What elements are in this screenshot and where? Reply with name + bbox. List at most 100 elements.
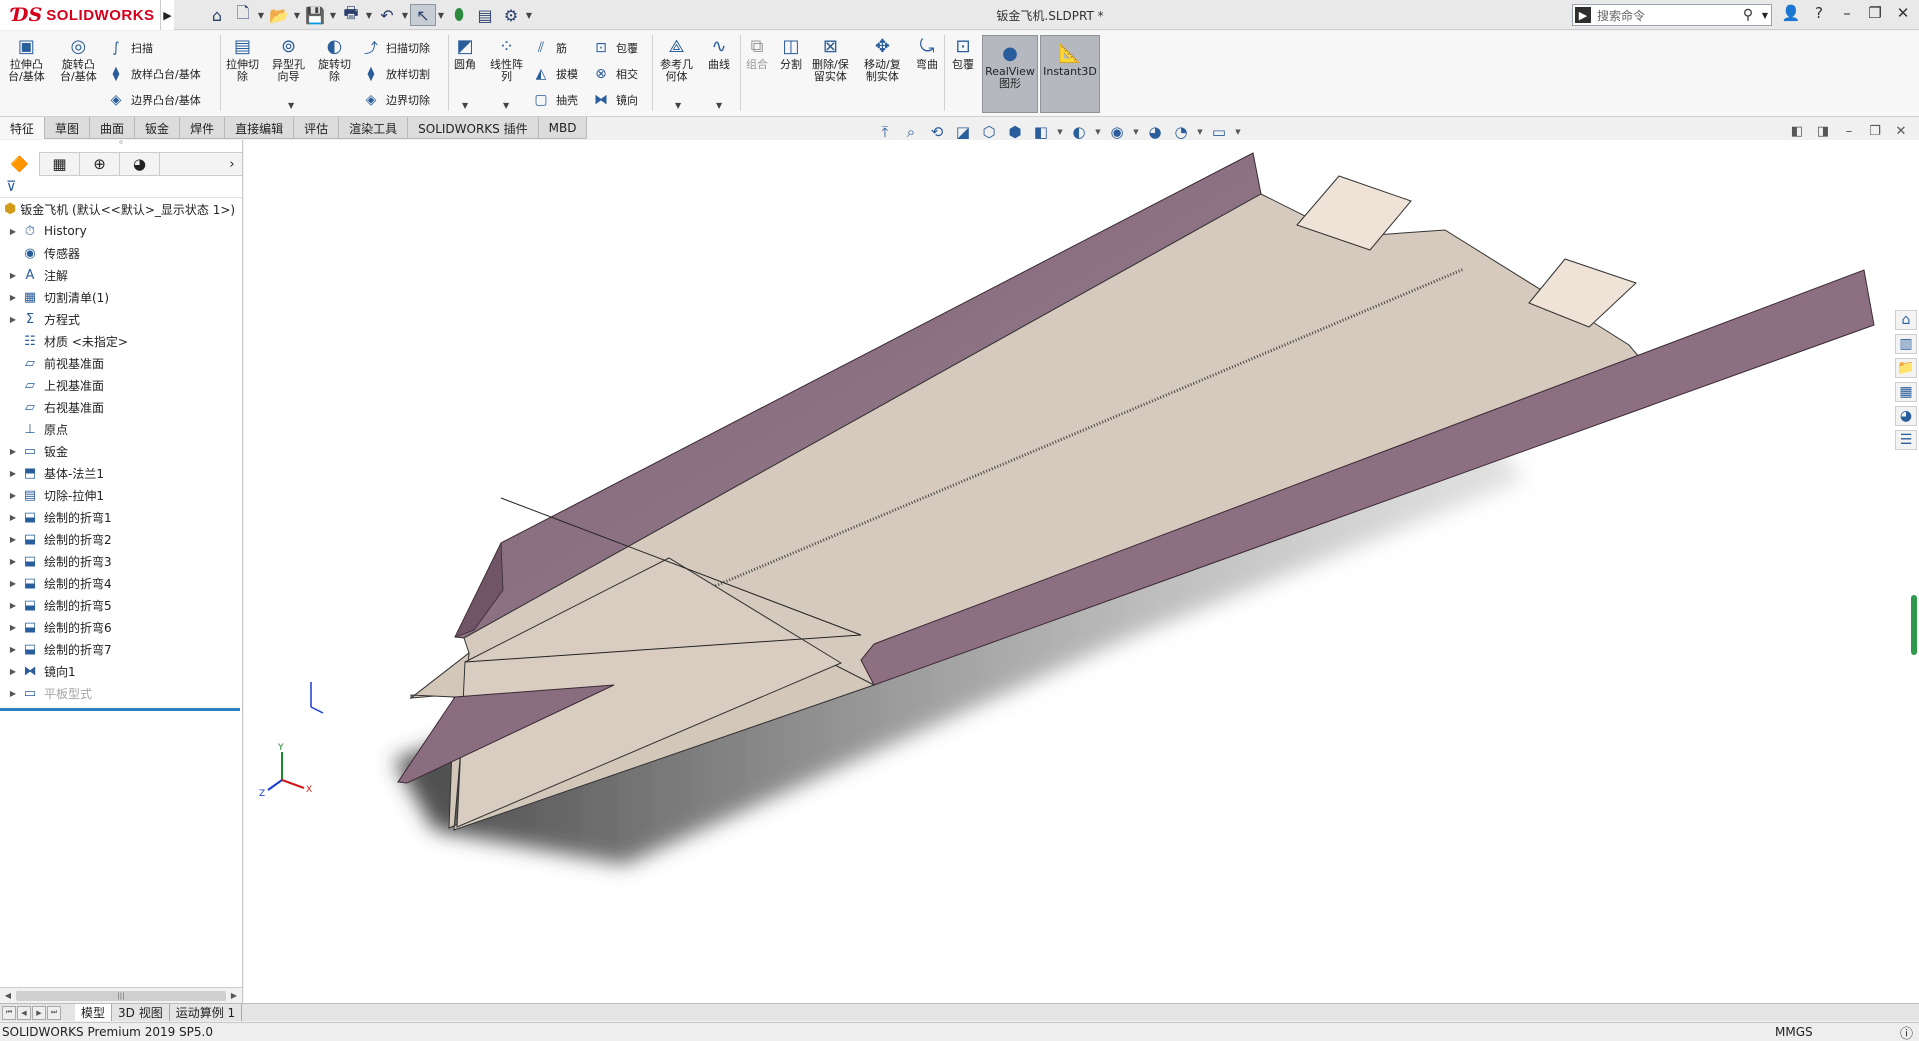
chevron-down-icon[interactable]: ▼ [1093,121,1103,143]
command-search-box[interactable]: ▶ 搜索命令 ⚲ ▼ [1572,4,1772,26]
wrap-large-button[interactable]: ⊡ 包覆 [950,35,976,71]
expand-arrow-icon[interactable]: ▶ [6,513,20,522]
wrap-button[interactable]: ⊡ 包覆 [592,37,638,59]
chevron-down-icon[interactable]: ▼ [1055,121,1065,143]
search-input[interactable]: 搜索命令 [1591,7,1737,24]
expand-arrow-icon[interactable]: ▶ [6,667,20,676]
tab-render-tools[interactable]: 渲染工具 [339,117,409,139]
tree-item[interactable]: ▶ A 注解 [0,264,242,286]
tree-item[interactable]: ▶ ⬓ 绘制的折弯3 [0,550,242,572]
file-explorer-icon[interactable]: 📁 [1895,358,1917,378]
realview-button[interactable]: ● RealView 图形 [982,35,1038,113]
revolve-cut-button[interactable]: ◐ 旋转切 除 [318,35,351,83]
chevron-down-icon[interactable]: ▼ [716,101,722,110]
file-properties-icon[interactable]: ▤ [472,4,498,26]
delete-keep-body-button[interactable]: ⊠ 删除/保 留实体 [812,35,849,83]
last-tab-icon[interactable]: ⏭ [47,1005,61,1020]
feature-manager-tab-icon[interactable]: 🔶 [0,152,40,176]
tree-item[interactable]: ▱ 前视基准面 [0,352,242,374]
property-manager-tab-icon[interactable]: ▦ [40,152,80,176]
combine-button[interactable]: ⧉ 组合 [744,35,770,71]
zoom-to-fit-icon[interactable]: ⤒ [873,121,897,143]
expand-arrow-icon[interactable]: ▶ [6,227,20,236]
expand-arrow-icon[interactable]: ▶ [6,293,20,302]
viewport-minimize-icon[interactable]: – [1841,124,1857,139]
view-palette-icon[interactable]: ▦ [1895,382,1917,402]
tab-3d-views[interactable]: 3D 视图 [112,1004,170,1021]
mirror-button[interactable]: ⧓ 镜向 [592,89,638,111]
loft-boss-button[interactable]: ⧫ 放样凸台/基体 [107,63,201,85]
display-manager-tab-icon[interactable]: ◕ [120,152,160,176]
unit-system[interactable]: MMGS [1775,1025,1813,1039]
sweep-cut-button[interactable]: ⤴ 扫描切除 [362,37,430,59]
close-icon[interactable]: ✕ [1893,4,1913,22]
loft-cut-button[interactable]: ⧫ 放样切割 [362,63,430,85]
expand-arrow-icon[interactable]: ▶ [6,623,20,632]
flex-button[interactable]: ⤿ 弯曲 [914,35,940,71]
panel-grip[interactable]: ° [0,140,242,152]
tile-right-icon[interactable]: ◨ [1815,124,1831,139]
move-copy-body-button[interactable]: ✥ 移动/复 制实体 [864,35,901,83]
minimize-icon[interactable]: – [1837,4,1857,22]
help-icon[interactable]: ? [1809,4,1829,22]
shell-button[interactable]: ▢ 抽壳 [532,89,578,111]
expand-arrow-icon[interactable]: ▶ [6,645,20,654]
boundary-boss-button[interactable]: ◈ 边界凸台/基体 [107,89,201,111]
chevron-down-icon[interactable]: ▼ [328,11,338,20]
expand-arrow-icon[interactable]: ▶ [6,601,20,610]
split-button[interactable]: ◫ 分割 [778,35,804,71]
tree-item[interactable]: ▶ ⏱ History [0,220,242,242]
chevron-down-icon[interactable]: ▼ [436,11,446,20]
search-icon[interactable]: ⚲ [1737,7,1759,23]
custom-properties-icon[interactable]: ☰ [1895,430,1917,450]
apply-scene-icon[interactable]: ◕ [1143,121,1167,143]
tree-item[interactable]: ▶ ⬓ 绘制的折弯6 [0,616,242,638]
design-library-icon[interactable]: ▥ [1895,334,1917,354]
next-tab-icon[interactable]: ▶ [32,1005,46,1020]
tree-item[interactable]: ▶ ⬓ 绘制的折弯4 [0,572,242,594]
tab-sheet-metal[interactable]: 钣金 [135,117,181,139]
expand-arrow-icon[interactable]: ▶ [6,557,20,566]
expand-arrow-icon[interactable]: ▶ [6,491,20,500]
chevron-down-icon[interactable]: ▼ [462,101,468,110]
hide-show-items-icon[interactable]: ◐ [1067,121,1091,143]
draft-button[interactable]: ◭ 拔模 [532,63,578,85]
intersect-button[interactable]: ⊗ 相交 [592,63,638,85]
rebuild-traffic-light-icon[interactable]: ⬮ [446,4,472,26]
viewport-close-icon[interactable]: ✕ [1893,124,1909,139]
tab-direct-editing[interactable]: 直接编辑 [225,117,295,139]
tab-sketch[interactable]: 草图 [45,117,91,139]
chevron-right-icon[interactable]: › [222,157,242,172]
tab-motion-study[interactable]: 运动算例 1 [170,1004,243,1021]
chevron-down-icon[interactable]: ▼ [256,11,266,20]
chevron-down-icon[interactable]: ▼ [1195,121,1205,143]
chevron-down-icon[interactable]: ▼ [400,11,410,20]
open-folder-icon[interactable]: 📂 [266,4,292,26]
chevron-down-icon[interactable]: ▼ [503,101,509,110]
chevron-down-icon[interactable]: ▼ [364,11,374,20]
tree-item[interactable]: ▶ ⬒ 基体-法兰1 [0,462,242,484]
tree-item[interactable]: ▶ ⬓ 绘制的折弯7 [0,638,242,660]
scroll-left-icon[interactable]: ◀ [0,991,16,1000]
tab-weldments[interactable]: 焊件 [180,117,226,139]
tab-addins[interactable]: SOLIDWORKS 插件 [408,117,539,139]
tab-evaluate[interactable]: 评估 [294,117,340,139]
options-gear-icon[interactable]: ⚙ [498,4,524,26]
tree-item[interactable]: ▶ Σ 方程式 [0,308,242,330]
appearances-icon[interactable]: ◕ [1895,406,1917,426]
edit-appearance-icon[interactable]: ◉ [1105,121,1129,143]
chevron-down-icon[interactable]: ▼ [1131,121,1141,143]
boundary-cut-button[interactable]: ◈ 边界切除 [362,89,430,111]
home-icon[interactable]: ⌂ [204,4,230,26]
tree-item[interactable]: ▶ ▤ 切除-拉伸1 [0,484,242,506]
expand-arrow-icon[interactable]: ▶ [6,579,20,588]
zoom-to-area-icon[interactable]: ⌕ [899,121,923,143]
revolve-boss-button[interactable]: ◎ 旋转凸 台/基体 [60,35,97,83]
tile-left-icon[interactable]: ◧ [1789,124,1805,139]
chevron-down-icon[interactable]: ▼ [675,101,681,110]
chevron-down-icon[interactable]: ▼ [292,11,302,20]
chevron-down-icon[interactable]: ▼ [288,101,294,110]
tree-item[interactable]: ▶ ▦ 切割清单(1) [0,286,242,308]
prev-tab-icon[interactable]: ◀ [17,1005,31,1020]
tree-item[interactable]: ▱ 右视基准面 [0,396,242,418]
